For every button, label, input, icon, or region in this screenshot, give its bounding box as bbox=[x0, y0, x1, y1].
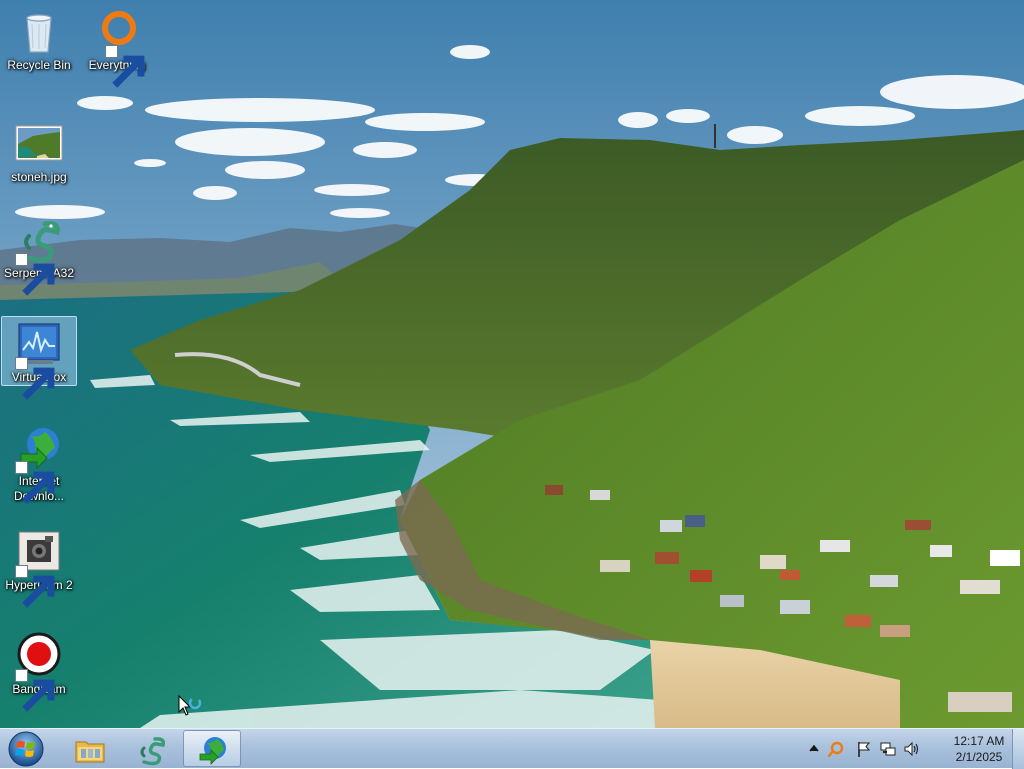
recycle-bin-icon bbox=[15, 8, 63, 56]
taskbar: 12:17 AM 2/1/2025 bbox=[0, 728, 1024, 769]
everything-tray-icon[interactable] bbox=[827, 740, 845, 758]
taskbar-button-file-explorer[interactable] bbox=[60, 730, 118, 767]
desktop-icon-recycle-bin[interactable]: Recycle Bin bbox=[1, 4, 77, 74]
shortcut-arrow-icon bbox=[15, 253, 55, 296]
desktop-icon-bandicam[interactable]: Bandicam bbox=[1, 628, 77, 712]
windows-start-orb-icon bbox=[8, 731, 44, 767]
virtualbox-icon bbox=[15, 320, 63, 400]
desktop-icon-serpent-ia32[interactable]: Serpent IA32 bbox=[1, 212, 77, 296]
internet-download-manager-icon bbox=[199, 737, 226, 765]
file-explorer-icon bbox=[75, 741, 105, 763]
show-desktop-button[interactable] bbox=[1012, 729, 1024, 769]
busy-cursor-icon bbox=[178, 694, 204, 721]
volume-icon[interactable] bbox=[903, 740, 921, 758]
clock-time: 12:17 AM bbox=[953, 734, 1005, 748]
notification-area: 12:17 AM 2/1/2025 bbox=[805, 729, 1010, 769]
desktop-icon-internet-download-manager[interactable]: Internet Downlo... bbox=[1, 420, 77, 505]
taskbar-button-internet-download-manager[interactable] bbox=[183, 730, 241, 767]
system-clock[interactable]: 12:17 AM 2/1/2025 bbox=[948, 733, 1010, 765]
shortcut-arrow-icon bbox=[15, 461, 55, 504]
serpent-icon bbox=[15, 216, 63, 296]
desktop-wallpaper bbox=[0, 0, 1024, 728]
desktop-icon-label: Recycle Bin bbox=[7, 58, 71, 72]
network-icon[interactable] bbox=[879, 740, 897, 758]
image-file-icon bbox=[15, 120, 63, 168]
desktop-icon-everything[interactable]: Everything bbox=[79, 4, 155, 88]
hypercam-icon bbox=[15, 528, 63, 608]
shortcut-arrow-icon bbox=[15, 565, 55, 608]
shortcut-arrow-icon bbox=[105, 45, 145, 88]
taskbar-button-serpent[interactable] bbox=[121, 730, 179, 767]
desktop-icon-label: stoneh.jpg bbox=[11, 170, 67, 184]
shortcut-arrow-icon bbox=[15, 669, 55, 712]
shortcut-arrow-icon bbox=[15, 357, 55, 400]
clock-date: 2/1/2025 bbox=[955, 750, 1003, 764]
start-button[interactable] bbox=[6, 730, 46, 768]
internet-download-manager-icon bbox=[15, 424, 63, 504]
desktop-icon-virtualbox[interactable]: VirtualBox bbox=[1, 316, 77, 400]
everything-search-icon bbox=[93, 8, 145, 88]
bandicam-icon bbox=[15, 632, 63, 712]
action-center-flag-icon[interactable] bbox=[855, 740, 873, 758]
show-hidden-icons-chevron-icon[interactable] bbox=[805, 740, 823, 758]
desktop-icon-hypercam-2[interactable]: HyperCam 2 bbox=[1, 524, 77, 608]
desktop-icon-stoneh-jpg[interactable]: stoneh.jpg bbox=[1, 116, 77, 186]
serpent-icon bbox=[140, 737, 166, 766]
